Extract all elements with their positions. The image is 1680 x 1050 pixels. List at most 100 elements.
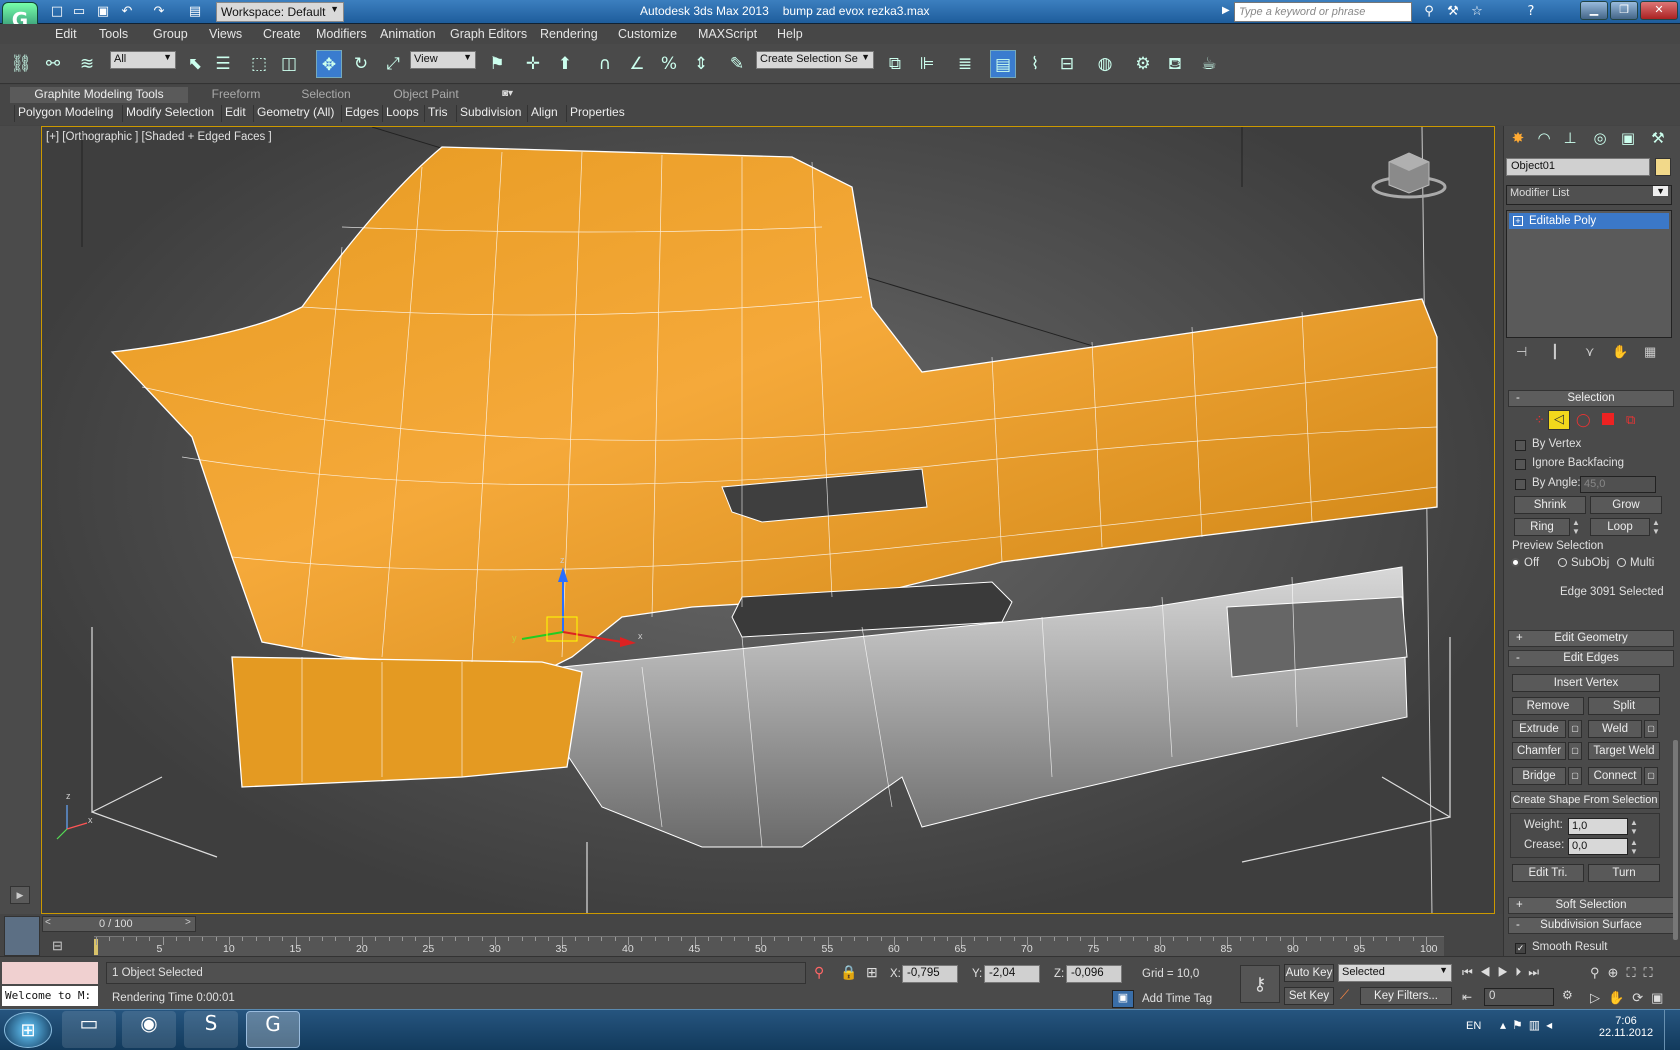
make-unique-icon[interactable]: ⋎ xyxy=(1585,344,1595,360)
by-angle-spinner[interactable]: 45,0 xyxy=(1580,476,1656,493)
time-configuration-icon[interactable]: ⚙ xyxy=(1562,988,1573,1002)
target-weld-button[interactable]: Target Weld xyxy=(1588,742,1660,760)
menu-animation[interactable]: Animation xyxy=(380,27,436,41)
remove-modifier-icon[interactable]: ✋ xyxy=(1612,344,1628,360)
field-of-view-icon[interactable]: ▷ xyxy=(1590,990,1608,1005)
selection-lock-icon[interactable]: 🔒 xyxy=(840,964,857,981)
absolute-mode-icon[interactable]: ⊞ xyxy=(866,964,878,981)
menu-maxscript[interactable]: MAXScript xyxy=(698,27,757,41)
subtab-modify-selection[interactable]: Modify Selection xyxy=(122,105,217,122)
maximize-button[interactable]: ❐ xyxy=(1610,1,1638,20)
language-indicator[interactable]: EN xyxy=(1466,1020,1481,1032)
edit-named-selection-icon[interactable]: ✎ xyxy=(724,50,750,78)
menu-group[interactable]: Group xyxy=(153,27,188,41)
chrome-taskbar-icon[interactable]: ◉ xyxy=(122,1011,176,1048)
bridge-settings-icon[interactable]: ▢ xyxy=(1568,767,1582,785)
set-key-button[interactable]: Set Key xyxy=(1284,987,1334,1005)
modify-tab-icon[interactable]: ◠ xyxy=(1532,126,1556,150)
select-object-icon[interactable]: ⬉ xyxy=(182,50,208,78)
extrude-settings-icon[interactable]: ▢ xyxy=(1568,720,1582,738)
turn-button[interactable]: Turn xyxy=(1588,864,1660,882)
window-crossing-icon[interactable]: ◫ xyxy=(276,50,302,78)
angle-snap-icon[interactable]: ∠ xyxy=(624,50,650,78)
ribbon-options-icon[interactable]: ◙▾ xyxy=(502,88,513,99)
bridge-button[interactable]: Bridge xyxy=(1512,767,1566,785)
schematic-view-icon[interactable]: ⊟ xyxy=(1054,50,1080,78)
pin-stack-icon[interactable]: ⊣ xyxy=(1516,344,1527,360)
flag-icon[interactable]: ⚑ xyxy=(1512,1018,1529,1032)
pivot-point-icon[interactable]: ⚑ xyxy=(484,50,510,78)
search-input[interactable]: Type a keyword or phrase xyxy=(1234,2,1412,22)
z-coordinate-field[interactable]: -0,096 xyxy=(1066,965,1122,983)
prev-frame-icon[interactable]: ◀ xyxy=(1480,965,1498,979)
subtab-subdivision[interactable]: Subdivision xyxy=(456,105,524,122)
chamfer-button[interactable]: Chamfer xyxy=(1512,742,1566,760)
preview-multi-radio[interactable] xyxy=(1617,558,1626,567)
graphite-toggle-icon[interactable]: ▤ xyxy=(990,50,1016,78)
weight-spinner[interactable]: 1,0 xyxy=(1568,818,1628,835)
remove-button[interactable]: Remove xyxy=(1512,697,1584,715)
maximize-viewport-icon[interactable]: ▣ xyxy=(1651,990,1671,1005)
workspace-dropdown[interactable]: Workspace: Default ▼ xyxy=(216,2,344,22)
volume-icon[interactable]: ◂ xyxy=(1546,1018,1558,1032)
show-desktop-button[interactable] xyxy=(1664,1010,1680,1050)
redo-icon[interactable]: ↷ xyxy=(150,3,168,21)
key-mode-toggle-icon[interactable]: ⇤ xyxy=(1462,990,1472,1004)
pan-icon[interactable]: ✋ xyxy=(1608,990,1632,1005)
expand-plus-icon[interactable]: + xyxy=(1513,216,1523,226)
edit-geometry-rollout-header[interactable]: + Edit Geometry xyxy=(1508,630,1674,647)
hierarchy-tab-icon[interactable]: ⊥ xyxy=(1558,126,1582,150)
explorer-taskbar-icon[interactable]: ▭ xyxy=(62,1011,116,1048)
slider-prev-icon[interactable]: < xyxy=(45,917,51,928)
motion-tab-icon[interactable]: ◎ xyxy=(1588,126,1612,150)
subtab-tris[interactable]: Tris xyxy=(424,105,451,122)
zoom-icon[interactable]: ⚲ xyxy=(1590,965,1608,980)
rectangular-selection-icon[interactable]: ⬚ xyxy=(246,50,272,78)
weld-button[interactable]: Weld xyxy=(1588,720,1642,738)
menu-create[interactable]: Create xyxy=(263,27,301,41)
layer-manager-icon[interactable]: ≣ xyxy=(952,50,978,78)
modifier-list-dropdown[interactable]: Modifier List ▼ xyxy=(1506,185,1672,205)
mini-curve-toggle[interactable] xyxy=(4,916,40,956)
object-color-swatch[interactable] xyxy=(1655,158,1671,176)
x-coordinate-field[interactable]: -0,795 xyxy=(902,965,958,983)
preview-off-radio[interactable] xyxy=(1511,558,1520,567)
edit-tri-button[interactable]: Edit Tri. xyxy=(1512,864,1584,882)
create-shape-from-selection-button[interactable]: Create Shape From Selection xyxy=(1510,791,1660,809)
current-frame-field[interactable]: 0 xyxy=(1484,988,1554,1006)
select-and-move-icon[interactable]: ✥ xyxy=(316,50,342,78)
subtab-edit[interactable]: Edit xyxy=(221,105,249,122)
default-in-out-tangent-icon[interactable]: ⟋ xyxy=(1340,987,1349,1003)
ignore-backfacing-checkbox[interactable] xyxy=(1515,459,1526,470)
menu-rendering[interactable]: Rendering xyxy=(540,27,598,41)
split-button[interactable]: Split xyxy=(1588,697,1660,715)
set-key-icon[interactable]: ⚷ xyxy=(1240,965,1280,1003)
subtab-loops[interactable]: Loops xyxy=(382,105,422,122)
subtab-polygon-modeling[interactable]: Polygon Modeling xyxy=(14,105,116,122)
menu-customize[interactable]: Customize xyxy=(618,27,677,41)
render-production-icon[interactable]: ☕ xyxy=(1196,50,1222,78)
select-and-rotate-icon[interactable]: ↻ xyxy=(348,50,374,78)
modifier-stack[interactable]: Editable Poly + xyxy=(1506,210,1672,338)
weld-settings-icon[interactable]: ▢ xyxy=(1644,720,1658,738)
next-frame-icon[interactable]: ⏵ xyxy=(1515,965,1528,979)
command-panel-scrollbar[interactable] xyxy=(1673,740,1678,940)
smooth-result-checkbox[interactable]: ✓ xyxy=(1515,943,1526,954)
shrink-button[interactable]: Shrink xyxy=(1514,496,1586,514)
key-selection-dropdown[interactable]: Selected ▼ xyxy=(1338,964,1452,982)
configure-modifier-sets-icon[interactable]: ▦ xyxy=(1644,344,1656,360)
new-file-icon[interactable]: □ xyxy=(48,3,66,21)
tab-object-paint[interactable]: Object Paint xyxy=(376,87,476,103)
utilities-tab-icon[interactable]: ⚒ xyxy=(1646,126,1670,150)
polygon-mode-icon[interactable] xyxy=(1602,413,1614,425)
network-icon[interactable]: ▥ xyxy=(1529,1018,1546,1032)
close-button[interactable]: ✕ xyxy=(1640,1,1678,20)
viewport-nav-controls-2[interactable]: ▷✋⟳▣ xyxy=(1590,990,1671,1006)
align-icon[interactable]: ⊫ xyxy=(914,50,940,78)
subtab-properties[interactable]: Properties xyxy=(566,105,628,122)
subdivision-surface-rollout-header[interactable]: - Subdivision Surface xyxy=(1508,917,1674,934)
edit-edges-rollout-header[interactable]: - Edit Edges xyxy=(1508,650,1674,667)
favorites-star-icon[interactable]: ☆ xyxy=(1468,3,1486,21)
preview-subobj-radio[interactable] xyxy=(1558,558,1567,567)
clock[interactable]: 7:06 22.11.2012 xyxy=(1596,1015,1656,1039)
